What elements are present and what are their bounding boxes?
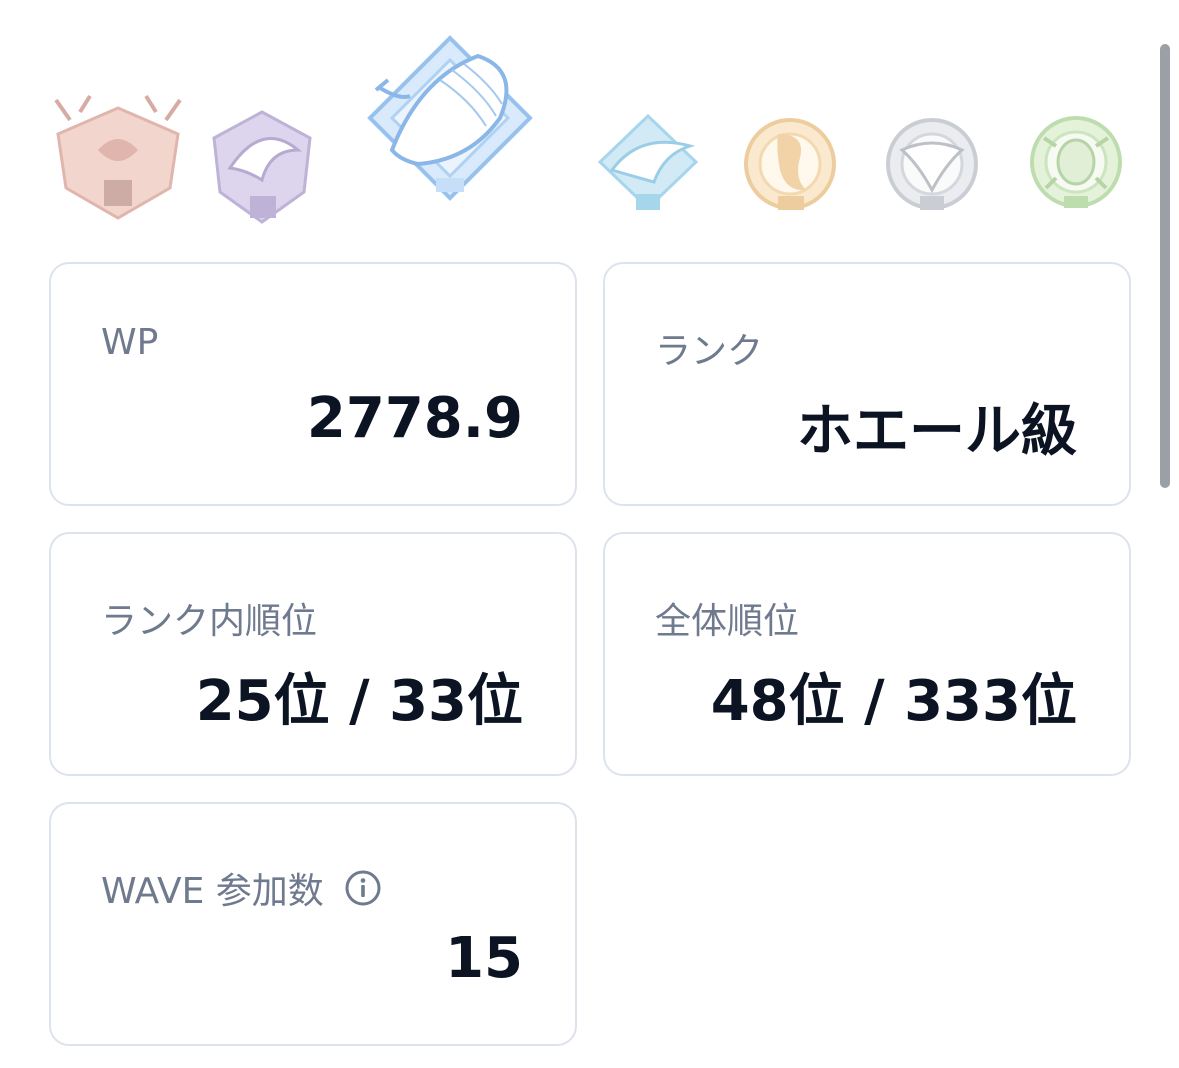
rank-label: ランク [655,331,764,372]
info-icon[interactable] [344,869,382,907]
wp-card: WP 2778.9 [49,262,577,506]
scrollbar[interactable] [1160,44,1170,488]
wave-count-label: WAVE 参加数 [101,871,324,912]
stats-page: WP 2778.9 ランク ホエール級 ランク内順位 25位 / 33位 全体順… [0,0,1179,1068]
turtle-badge-icon[interactable] [1030,116,1122,208]
orca-badge-icon[interactable] [212,110,312,224]
overall-position-label: 全体順位 [655,601,800,642]
wave-count-value: 15 [445,926,523,991]
wave-count-label-row: WAVE 参加数 [101,862,382,914]
overall-position-card: 全体順位 48位 / 333位 [603,532,1131,776]
whale-badge-icon[interactable] [367,35,533,201]
overall-position-value: 48位 / 333位 [710,669,1077,734]
seahorse-badge-icon[interactable] [744,118,836,210]
rank-badges-row [54,35,1122,224]
manta-badge-icon[interactable] [886,118,978,210]
wp-label: WP [101,322,159,363]
shark-badge-icon[interactable] [597,113,699,211]
rank-value: ホエール級 [797,399,1077,464]
wp-value: 2778.9 [306,386,523,451]
rank-position-value: 25位 / 33位 [195,669,523,734]
rank-position-card: ランク内順位 25位 / 33位 [49,532,577,776]
crab-badge-icon[interactable] [54,94,182,220]
rank-position-label: ランク内順位 [101,601,318,642]
wave-count-card: WAVE 参加数 15 [49,802,577,1046]
rank-card: ランク ホエール級 [603,262,1131,506]
